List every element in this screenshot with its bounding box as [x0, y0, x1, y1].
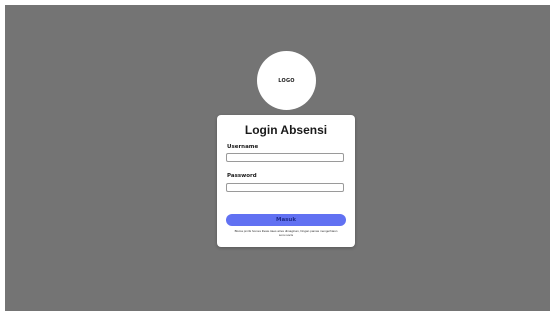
page-background: LOGO Login Absensi Username Password Mas… — [5, 5, 550, 311]
password-label: Password — [227, 173, 257, 179]
footnote-text: Bisma pmrik homes illesie tiaes atres di… — [234, 229, 338, 237]
password-field[interactable] — [226, 183, 344, 192]
logo: LOGO — [257, 51, 316, 110]
login-button[interactable]: Masuk — [226, 214, 346, 226]
logo-text: LOGO — [278, 77, 295, 84]
username-label: Username — [227, 144, 259, 150]
page-title: Login Absensi — [244, 123, 328, 137]
login-card: Login Absensi Username Password Masuk Bi… — [217, 115, 355, 247]
username-field[interactable] — [226, 153, 344, 162]
